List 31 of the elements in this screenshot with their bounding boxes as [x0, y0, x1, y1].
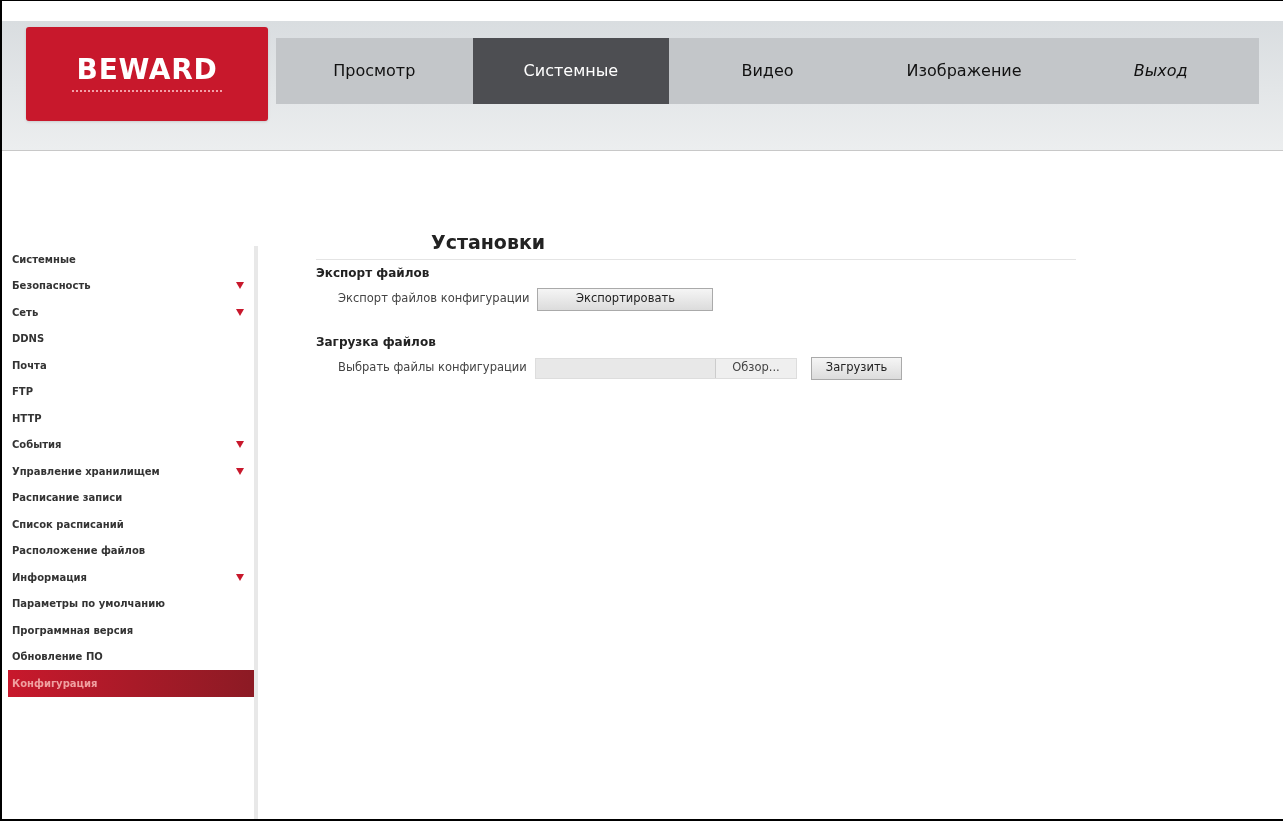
field-label: Экспорт файлов конфигурации	[338, 290, 530, 308]
nav-tab[interactable]: Изображение	[865, 38, 1063, 104]
sidebar-item[interactable]: Управление хранилищем	[8, 458, 254, 485]
sidebar-item[interactable]: Список расписаний	[8, 511, 254, 538]
sidebar-item[interactable]: Почта	[8, 352, 254, 379]
nav-tab[interactable]: Просмотр	[276, 38, 473, 104]
page-title: Установки	[431, 231, 546, 253]
nav-tab[interactable]: Выход	[1062, 38, 1259, 104]
sidebar-item[interactable]: Параметры по умолчанию	[8, 590, 254, 617]
sidebar-item[interactable]: FTP	[8, 378, 254, 405]
sidebar-item[interactable]: Информация	[8, 564, 254, 591]
sidebar-item[interactable]: DDNS	[8, 325, 254, 352]
file-input-field[interactable]: Обзор...	[534, 357, 797, 379]
sidebar-item[interactable]: Системные	[8, 246, 254, 273]
nav-tab[interactable]: Системные	[472, 38, 670, 104]
section-heading: Загрузка файлов	[316, 333, 437, 351]
logo-text: BEWARD	[76, 56, 218, 84]
sidebar-item[interactable]: Обновление ПО	[8, 643, 254, 670]
sidebar-item[interactable]: Расписание записи	[8, 484, 254, 511]
field-label: Выбрать файлы конфигурации	[338, 359, 527, 377]
upload-button[interactable]: Загрузить	[810, 356, 903, 380]
browse-button[interactable]: Обзор...	[715, 358, 796, 378]
sidebar-item[interactable]: Безопасность	[8, 272, 254, 299]
section-heading: Экспорт файлов	[316, 264, 431, 282]
sidebar-item[interactable]: События	[8, 431, 254, 458]
nav-tab[interactable]: Видео	[669, 38, 866, 104]
export-button[interactable]: Экспортировать	[537, 287, 714, 311]
sidebar-item[interactable]: HTTP	[8, 405, 254, 432]
sidebar-item[interactable]: Программная версия	[8, 617, 254, 644]
sidebar-item[interactable]: Сеть	[8, 299, 254, 326]
sidebar-item[interactable]: Расположение файлов	[8, 537, 254, 564]
